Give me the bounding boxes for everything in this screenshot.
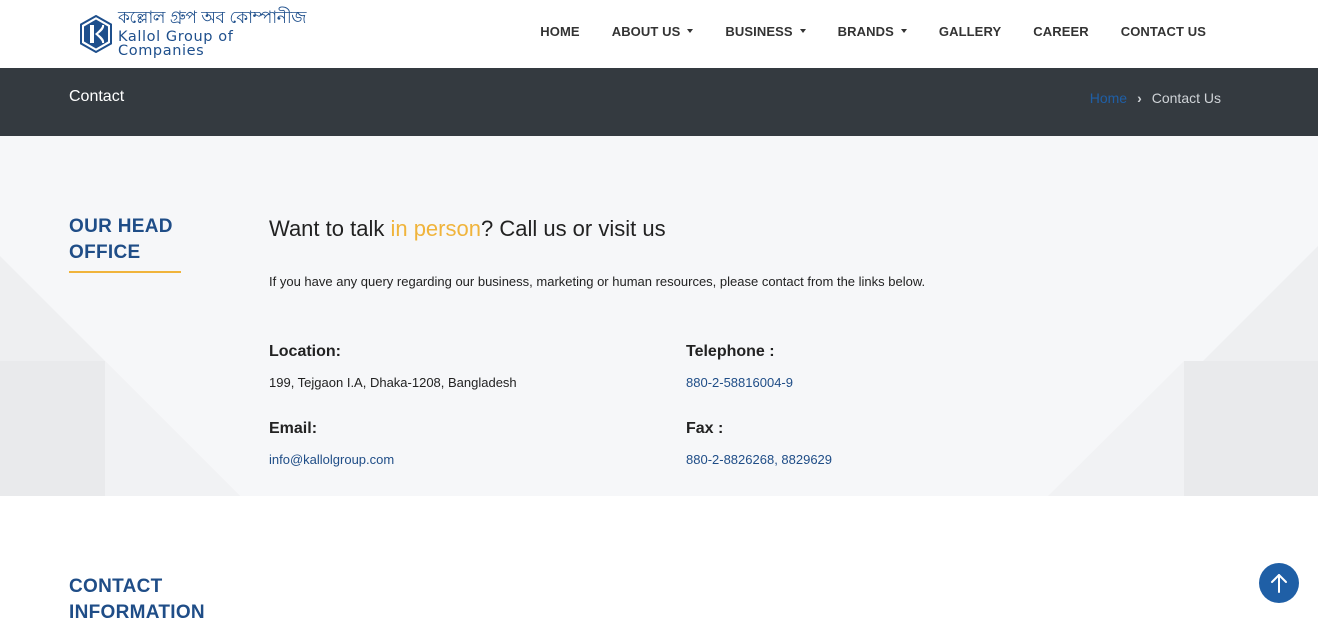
- telephone-label: Telephone :: [686, 343, 775, 360]
- chevron-right-icon: ›: [1137, 90, 1142, 106]
- caret-down-icon: [900, 29, 907, 33]
- head-office-heading: OUR HEAD OFFICE: [69, 214, 173, 266]
- email-link[interactable]: info@kallolgroup.com: [269, 452, 394, 467]
- nav-about-us[interactable]: ABOUT US: [612, 24, 694, 39]
- head-office-section: OUR HEAD OFFICE Want to talk in person? …: [0, 136, 1318, 496]
- telephone-link[interactable]: 880-2-58816004-9: [686, 375, 793, 390]
- scroll-to-top-button[interactable]: [1259, 563, 1299, 603]
- background-decoration-left: [0, 256, 240, 496]
- nav-home-label: HOME: [540, 23, 580, 39]
- heading-underline: [69, 271, 181, 273]
- contact-information-section: CONTACT INFORMATION: [0, 496, 1318, 624]
- company-logo[interactable]: কল্লোল গ্রুপ অব কোম্পানীজ Kallol Group o…: [80, 9, 320, 58]
- tagline-accent: in person: [390, 216, 481, 241]
- caret-down-icon: [687, 29, 694, 33]
- logo-mark-icon: [80, 15, 112, 53]
- nav-career[interactable]: CAREER: [1033, 24, 1089, 39]
- caret-down-icon: [799, 29, 806, 33]
- logo-english-text: Kallol Group of Companies: [118, 28, 234, 59]
- tagline: Want to talk in person? Call us or visit…: [269, 216, 666, 242]
- nav-brands[interactable]: BRANDS: [838, 24, 907, 39]
- arrow-up-icon: [1271, 574, 1287, 593]
- site-header: কল্লোল গ্রুপ অব কোম্পানীজ Kallol Group o…: [0, 0, 1318, 68]
- nav-about-us-label: ABOUT US: [611, 23, 681, 39]
- nav-business-label: BUSINESS: [725, 23, 793, 39]
- head-office-heading-line2: OFFICE: [69, 242, 141, 263]
- nav-brands-label: BRANDS: [837, 23, 894, 39]
- intro-text: If you have any query regarding our busi…: [269, 274, 926, 289]
- tagline-end: ? Call us or visit us: [480, 216, 666, 241]
- location-label: Location:: [269, 343, 341, 360]
- fax-label: Fax :: [686, 420, 724, 437]
- breadcrumb-home-link[interactable]: Home: [1090, 90, 1127, 106]
- nav-contact-us-label: CONTACT US: [1120, 23, 1206, 39]
- head-office-heading-line1: OUR HEAD: [69, 216, 173, 237]
- fax-value[interactable]: 880-2-8826268, 8829629: [686, 452, 832, 467]
- nav-gallery-label: GALLERY: [938, 23, 1002, 39]
- nav-gallery[interactable]: GALLERY: [939, 24, 1001, 39]
- email-label: Email:: [269, 420, 318, 437]
- page-title-bar: Contact Home › Contact Us: [0, 68, 1318, 136]
- contact-information-heading-line2: INFORMATION: [69, 602, 205, 623]
- nav-home[interactable]: HOME: [540, 24, 579, 39]
- background-decoration-right: [1048, 246, 1318, 496]
- breadcrumb: Home › Contact Us: [1090, 90, 1221, 106]
- nav-business[interactable]: BUSINESS: [725, 23, 806, 39]
- location-value: 199, Tejgaon I.A, Dhaka-1208, Bangladesh: [269, 375, 517, 390]
- breadcrumb-current: Contact Us: [1151, 90, 1221, 106]
- page-title: Contact: [69, 88, 125, 105]
- nav-contact-us[interactable]: CONTACT US: [1121, 24, 1206, 39]
- tagline-start: Want to talk: [269, 216, 391, 241]
- main-nav: HOME ABOUT US BUSINESS BRANDS GALLERY CA…: [540, 0, 1206, 62]
- contact-information-heading: CONTACT INFORMATION: [69, 574, 205, 624]
- logo-bangla-text: কল্লোল গ্রুপ অব কোম্পানীজ: [118, 7, 306, 28]
- nav-career-label: CAREER: [1033, 23, 1089, 39]
- contact-information-heading-line1: CONTACT: [69, 576, 163, 597]
